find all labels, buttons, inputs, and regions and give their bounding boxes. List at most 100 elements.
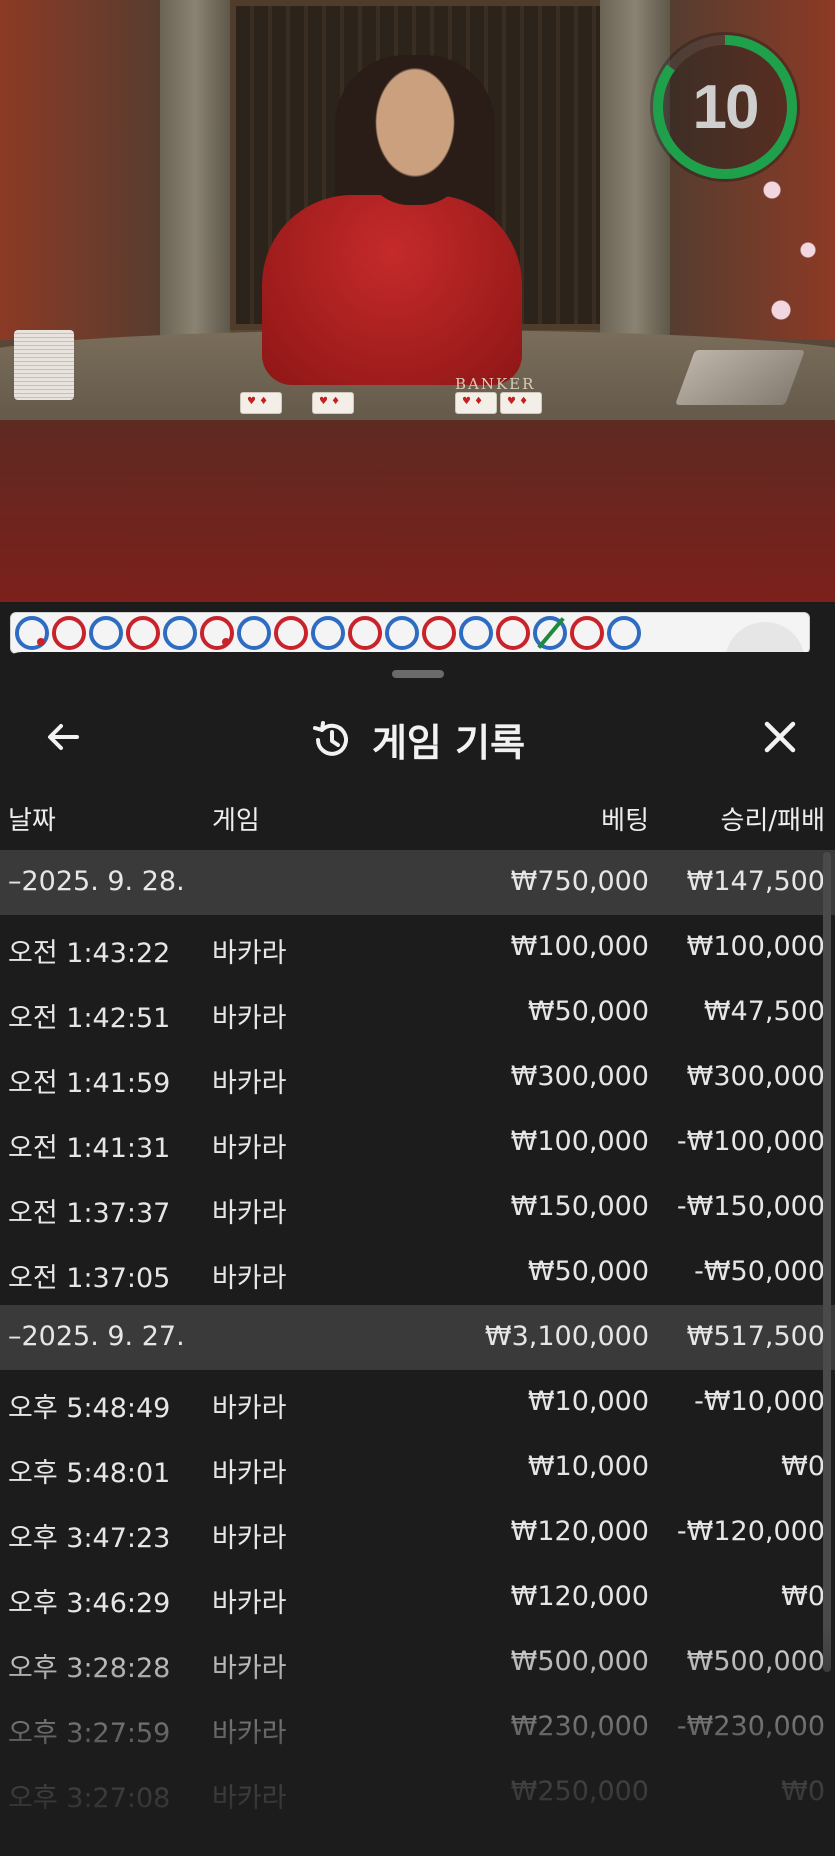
game-history-panel: 게임 기록 날짜 게임 베팅 승리/패배 –2025. 9. 28. ₩750,0… <box>0 652 835 1856</box>
row-bet: ₩100,000 <box>510 1126 649 1157</box>
bead-road[interactable] <box>10 612 810 654</box>
column-header-date: 날짜 <box>8 806 56 836</box>
panel-title: 게임 기록 <box>371 721 526 765</box>
column-header-bet: 베팅 <box>601 806 649 836</box>
row-result: -₩150,000 <box>676 1191 825 1222</box>
row-bet: ₩120,000 <box>510 1581 649 1612</box>
banker-card <box>500 392 542 414</box>
history-icon <box>312 720 348 756</box>
panel-title-group: 게임 기록 <box>0 712 835 767</box>
row-game: 바카라 <box>212 1393 287 1424</box>
row-game: 바카라 <box>212 1263 287 1294</box>
row-bet: ₩500,000 <box>510 1646 649 1677</box>
row-result: -₩230,000 <box>676 1711 825 1742</box>
history-row[interactable]: 오후 3:27:08 바카라 ₩250,000 ₩0 <box>0 1760 835 1825</box>
scrollbar[interactable] <box>823 852 831 1672</box>
row-result: -₩50,000 <box>694 1256 825 1287</box>
row-bet: ₩10,000 <box>527 1451 649 1482</box>
road-dot-player <box>385 616 419 650</box>
table-felt <box>0 420 835 602</box>
row-game: 바카라 <box>212 1198 287 1229</box>
row-result: ₩147,500 <box>686 866 825 897</box>
history-row[interactable]: 오후 3:47:23 바카라 ₩120,000 -₩120,000 <box>0 1500 835 1565</box>
history-row[interactable]: 오후 5:48:01 바카라 ₩10,000 ₩0 <box>0 1435 835 1500</box>
row-result: ₩300,000 <box>686 1061 825 1092</box>
row-game: 바카라 <box>212 1458 287 1489</box>
row-bet: ₩150,000 <box>510 1191 649 1222</box>
row-game: 바카라 <box>212 1003 287 1034</box>
row-result: -₩120,000 <box>676 1516 825 1547</box>
card-deck <box>14 330 74 400</box>
column-headers: 날짜 게임 베팅 승리/패배 <box>0 792 835 842</box>
row-date: 오전 1:43:22 <box>8 938 171 969</box>
road-dot-banker <box>570 616 604 650</box>
road-dot-banker <box>496 616 530 650</box>
row-bet: ₩100,000 <box>510 931 649 962</box>
history-row[interactable]: 오후 3:28:28 바카라 ₩500,000 ₩500,000 <box>0 1630 835 1695</box>
row-game: 바카라 <box>212 1783 287 1814</box>
history-row[interactable]: 오전 1:37:37 바카라 ₩150,000 -₩150,000 <box>0 1175 835 1240</box>
row-date: 오후 3:47:23 <box>8 1523 171 1554</box>
row-date: –2025. 9. 27. <box>8 1321 185 1352</box>
row-bet: ₩50,000 <box>527 1256 649 1287</box>
history-row[interactable]: 오전 1:41:59 바카라 ₩300,000 ₩300,000 <box>0 1045 835 1110</box>
row-bet: ₩750,000 <box>510 866 649 897</box>
history-row[interactable]: 오후 3:27:59 바카라 ₩230,000 -₩230,000 <box>0 1695 835 1760</box>
row-date: 오후 3:27:08 <box>8 1783 171 1814</box>
countdown-timer: 10 <box>650 32 800 182</box>
history-row[interactable]: 오전 1:43:22 바카라 ₩100,000 ₩100,000 <box>0 915 835 980</box>
row-game: 바카라 <box>212 1068 287 1099</box>
row-date: 오후 3:46:29 <box>8 1588 171 1619</box>
road-dot-banker <box>52 616 86 650</box>
row-game: 바카라 <box>212 1653 287 1684</box>
banker-table-label: BANKER <box>455 375 536 393</box>
drag-handle[interactable] <box>392 670 444 678</box>
row-bet: ₩230,000 <box>510 1711 649 1742</box>
date-group-row[interactable]: –2025. 9. 27. ₩3,100,000 ₩517,500 <box>0 1305 835 1370</box>
row-bet: ₩10,000 <box>527 1386 649 1417</box>
road-dot-banker <box>274 616 308 650</box>
road-dot-player <box>311 616 345 650</box>
road-dot-player <box>163 616 197 650</box>
player-card <box>240 392 282 414</box>
row-date: 오후 3:27:59 <box>8 1718 171 1749</box>
row-game: 바카라 <box>212 1523 287 1554</box>
row-date: 오전 1:41:31 <box>8 1133 171 1164</box>
history-row[interactable]: 오전 1:42:51 바카라 ₩50,000 ₩47,500 <box>0 980 835 1045</box>
row-result: ₩500,000 <box>686 1646 825 1677</box>
row-bet: ₩250,000 <box>510 1776 649 1807</box>
history-row[interactable]: 오전 1:37:05 바카라 ₩50,000 -₩50,000 <box>0 1240 835 1305</box>
row-bet: ₩50,000 <box>527 996 649 1027</box>
dealer-face <box>355 55 475 205</box>
banker-card <box>455 392 497 414</box>
column-header-result: 승리/패배 <box>720 806 825 836</box>
row-result: ₩47,500 <box>703 996 825 1027</box>
row-date: 오전 1:37:37 <box>8 1198 171 1229</box>
row-result: ₩517,500 <box>686 1321 825 1352</box>
backdrop-pillar <box>160 0 230 340</box>
column-header-game: 게임 <box>212 806 260 836</box>
road-dot-banker <box>422 616 456 650</box>
history-row[interactable]: 오후 3:46:29 바카라 ₩120,000 ₩0 <box>0 1565 835 1630</box>
row-date: –2025. 9. 28. <box>8 866 185 897</box>
history-row[interactable]: 오전 1:41:31 바카라 ₩100,000 -₩100,000 <box>0 1110 835 1175</box>
history-list[interactable]: –2025. 9. 28. ₩750,000 ₩147,500 오전 1:43:22 바… <box>0 850 835 1825</box>
row-game: 바카라 <box>212 938 287 969</box>
date-group-row[interactable]: –2025. 9. 28. ₩750,000 ₩147,500 <box>0 850 835 915</box>
row-date: 오후 3:28:28 <box>8 1653 171 1684</box>
road-dot-banker <box>126 616 160 650</box>
row-bet: ₩3,100,000 <box>484 1321 649 1352</box>
row-bet: ₩120,000 <box>510 1516 649 1547</box>
history-row[interactable]: 오후 5:48:49 바카라 ₩10,000 -₩10,000 <box>0 1370 835 1435</box>
row-date: 오전 1:41:59 <box>8 1068 171 1099</box>
road-dot-banker <box>200 616 234 650</box>
road-dot-banker <box>348 616 382 650</box>
row-date: 오전 1:37:05 <box>8 1263 171 1294</box>
row-date: 오전 1:42:51 <box>8 1003 171 1034</box>
close-button[interactable] <box>757 714 803 760</box>
row-result: ₩100,000 <box>686 931 825 962</box>
road-dot-player <box>89 616 123 650</box>
row-result: ₩0 <box>781 1581 825 1612</box>
player-card <box>312 392 354 414</box>
row-result: ₩0 <box>781 1776 825 1807</box>
